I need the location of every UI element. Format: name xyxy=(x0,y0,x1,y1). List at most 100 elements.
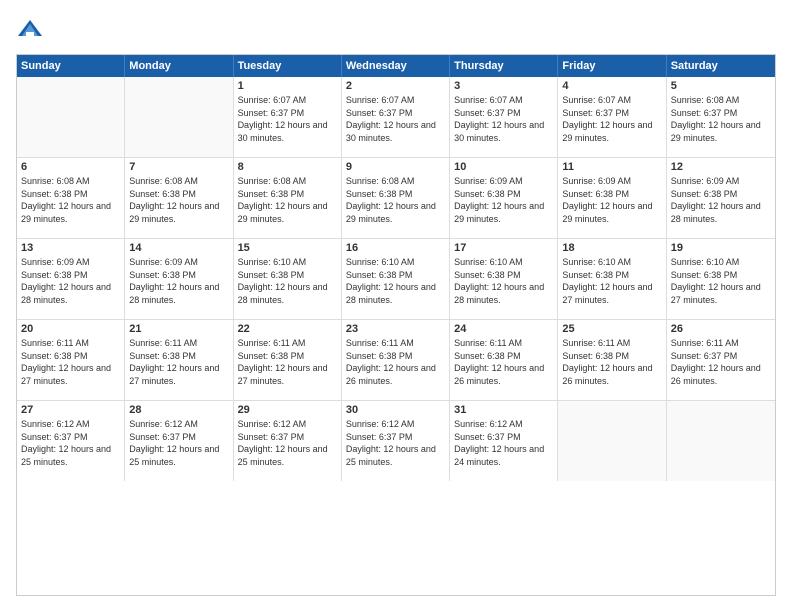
calendar-cell: 31Sunrise: 6:12 AMSunset: 6:37 PMDayligh… xyxy=(450,401,558,481)
calendar-cell: 8 Sunrise: 6:08 AMSunset: 6:38 PMDaylight… xyxy=(234,158,342,238)
calendar-cell: 13 Sunrise: 6:09 AMSunset: 6:38 PMDayligh… xyxy=(17,239,125,319)
calendar-cell: 11Sunrise: 6:09 AMSunset: 6:38 PMDayligh… xyxy=(558,158,666,238)
calendar-cell: 10 Sunrise: 6:09 AMSunset: 6:38 PMDayligh… xyxy=(450,158,558,238)
cell-info: Sunrise: 6:12 AMSunset: 6:37 PMDaylight:… xyxy=(346,418,445,468)
cell-info: Sunrise: 6:07 AMSunset: 6:37 PMDaylight:… xyxy=(562,94,661,144)
day-number: 9 xyxy=(346,161,445,173)
calendar-cell: 9Sunrise: 6:08 AMSunset: 6:38 PMDaylight… xyxy=(342,158,450,238)
cell-info: Sunrise: 6:08 AMSunset: 6:38 PMDaylight:… xyxy=(21,175,120,225)
cell-info: Sunrise: 6:09 AMSunset: 6:38 PMDaylight:… xyxy=(454,175,553,225)
header xyxy=(16,16,776,44)
day-number: 18 xyxy=(562,242,661,254)
cell-info: Sunrise: 6:11 AMSunset: 6:38 PMDaylight:… xyxy=(346,337,445,387)
weekday-header: Sunday xyxy=(17,55,125,77)
day-number: 13 xyxy=(21,242,120,254)
day-number: 27 xyxy=(21,404,120,416)
calendar-cell: 16 Sunrise: 6:10 AMSunset: 6:38 PMDayligh… xyxy=(342,239,450,319)
weekday-header: Thursday xyxy=(450,55,558,77)
day-number: 4 xyxy=(562,80,661,92)
cell-info: Sunrise: 6:09 AMSunset: 6:38 PMDaylight:… xyxy=(671,175,771,225)
calendar-cell: 3 Sunrise: 6:07 AMSunset: 6:37 PMDaylight… xyxy=(450,77,558,157)
cell-info: Sunrise: 6:11 AMSunset: 6:38 PMDaylight:… xyxy=(238,337,337,387)
cell-info: Sunrise: 6:09 AMSunset: 6:38 PMDaylight:… xyxy=(21,256,120,306)
cell-info: Sunrise: 6:12 AMSunset: 6:37 PMDaylight:… xyxy=(454,418,553,468)
day-number: 10 xyxy=(454,161,553,173)
calendar-row: 13 Sunrise: 6:09 AMSunset: 6:38 PMDayligh… xyxy=(17,239,775,320)
calendar-cell: 5 Sunrise: 6:08 AMSunset: 6:37 PMDaylight… xyxy=(667,77,775,157)
cell-info: Sunrise: 6:07 AMSunset: 6:37 PMDaylight:… xyxy=(454,94,553,144)
calendar-cell: 4 Sunrise: 6:07 AMSunset: 6:37 PMDaylight… xyxy=(558,77,666,157)
calendar-cell: 2 Sunrise: 6:07 AMSunset: 6:37 PMDaylight… xyxy=(342,77,450,157)
day-number: 29 xyxy=(238,404,337,416)
day-number: 12 xyxy=(671,161,771,173)
calendar-body: 1Sunrise: 6:07 AMSunset: 6:37 PMDaylight… xyxy=(17,77,775,481)
cell-info: Sunrise: 6:10 AMSunset: 6:38 PMDaylight:… xyxy=(562,256,661,306)
cell-info: Sunrise: 6:11 AMSunset: 6:38 PMDaylight:… xyxy=(129,337,228,387)
cell-info: Sunrise: 6:10 AMSunset: 6:38 PMDaylight:… xyxy=(671,256,771,306)
day-number: 17 xyxy=(454,242,553,254)
day-number: 2 xyxy=(346,80,445,92)
cell-info: Sunrise: 6:07 AMSunset: 6:37 PMDaylight:… xyxy=(346,94,445,144)
weekday-header: Saturday xyxy=(667,55,775,77)
calendar-cell: 20 Sunrise: 6:11 AMSunset: 6:38 PMDayligh… xyxy=(17,320,125,400)
cell-info: Sunrise: 6:10 AMSunset: 6:38 PMDaylight:… xyxy=(238,256,337,306)
logo-icon xyxy=(16,16,44,44)
calendar-cell: 14Sunrise: 6:09 AMSunset: 6:38 PMDayligh… xyxy=(125,239,233,319)
weekday-header: Tuesday xyxy=(234,55,342,77)
calendar-cell: 6 Sunrise: 6:08 AMSunset: 6:38 PMDaylight… xyxy=(17,158,125,238)
calendar-row: 6 Sunrise: 6:08 AMSunset: 6:38 PMDaylight… xyxy=(17,158,775,239)
calendar-cell: 15 Sunrise: 6:10 AMSunset: 6:38 PMDayligh… xyxy=(234,239,342,319)
weekday-header: Wednesday xyxy=(342,55,450,77)
calendar-cell: 25Sunrise: 6:11 AMSunset: 6:38 PMDayligh… xyxy=(558,320,666,400)
day-number: 20 xyxy=(21,323,120,335)
cell-info: Sunrise: 6:12 AMSunset: 6:37 PMDaylight:… xyxy=(238,418,337,468)
calendar-cell: 26 Sunrise: 6:11 AMSunset: 6:37 PMDayligh… xyxy=(667,320,775,400)
day-number: 3 xyxy=(454,80,553,92)
cell-info: Sunrise: 6:10 AMSunset: 6:38 PMDaylight:… xyxy=(454,256,553,306)
day-number: 16 xyxy=(346,242,445,254)
calendar-cell: 18 Sunrise: 6:10 AMSunset: 6:38 PMDayligh… xyxy=(558,239,666,319)
calendar-row: 20 Sunrise: 6:11 AMSunset: 6:38 PMDayligh… xyxy=(17,320,775,401)
day-number: 25 xyxy=(562,323,661,335)
calendar-cell: 7Sunrise: 6:08 AMSunset: 6:38 PMDaylight… xyxy=(125,158,233,238)
cell-info: Sunrise: 6:11 AMSunset: 6:37 PMDaylight:… xyxy=(671,337,771,387)
day-number: 6 xyxy=(21,161,120,173)
cell-info: Sunrise: 6:09 AMSunset: 6:38 PMDaylight:… xyxy=(129,256,228,306)
weekday-header: Friday xyxy=(558,55,666,77)
logo xyxy=(16,16,48,44)
cell-info: Sunrise: 6:08 AMSunset: 6:37 PMDaylight:… xyxy=(671,94,771,144)
cell-info: Sunrise: 6:12 AMSunset: 6:37 PMDaylight:… xyxy=(129,418,228,468)
calendar-cell: 28 Sunrise: 6:12 AMSunset: 6:37 PMDayligh… xyxy=(125,401,233,481)
calendar-cell: 17 Sunrise: 6:10 AMSunset: 6:38 PMDayligh… xyxy=(450,239,558,319)
cell-info: Sunrise: 6:10 AMSunset: 6:38 PMDaylight:… xyxy=(346,256,445,306)
day-number: 28 xyxy=(129,404,228,416)
day-number: 7 xyxy=(129,161,228,173)
calendar-cell: 12 Sunrise: 6:09 AMSunset: 6:38 PMDayligh… xyxy=(667,158,775,238)
calendar: SundayMondayTuesdayWednesdayThursdayFrid… xyxy=(16,54,776,596)
cell-info: Sunrise: 6:09 AMSunset: 6:38 PMDaylight:… xyxy=(562,175,661,225)
calendar-cell: 1Sunrise: 6:07 AMSunset: 6:37 PMDaylight… xyxy=(234,77,342,157)
calendar-cell: 30 Sunrise: 6:12 AMSunset: 6:37 PMDayligh… xyxy=(342,401,450,481)
day-number: 19 xyxy=(671,242,771,254)
day-number: 8 xyxy=(238,161,337,173)
day-number: 24 xyxy=(454,323,553,335)
cell-info: Sunrise: 6:08 AMSunset: 6:38 PMDaylight:… xyxy=(238,175,337,225)
calendar-row: 1Sunrise: 6:07 AMSunset: 6:37 PMDaylight… xyxy=(17,77,775,158)
cell-info: Sunrise: 6:11 AMSunset: 6:38 PMDaylight:… xyxy=(21,337,120,387)
day-number: 5 xyxy=(671,80,771,92)
day-number: 21 xyxy=(129,323,228,335)
calendar-cell xyxy=(667,401,775,481)
day-number: 30 xyxy=(346,404,445,416)
cell-info: Sunrise: 6:11 AMSunset: 6:38 PMDaylight:… xyxy=(454,337,553,387)
calendar-row: 27 Sunrise: 6:12 AMSunset: 6:37 PMDayligh… xyxy=(17,401,775,481)
cell-info: Sunrise: 6:07 AMSunset: 6:37 PMDaylight:… xyxy=(238,94,337,144)
day-number: 23 xyxy=(346,323,445,335)
weekday-header: Monday xyxy=(125,55,233,77)
calendar-cell: 29 Sunrise: 6:12 AMSunset: 6:37 PMDayligh… xyxy=(234,401,342,481)
calendar-header: SundayMondayTuesdayWednesdayThursdayFrid… xyxy=(17,55,775,77)
calendar-cell: 23 Sunrise: 6:11 AMSunset: 6:38 PMDayligh… xyxy=(342,320,450,400)
day-number: 22 xyxy=(238,323,337,335)
day-number: 26 xyxy=(671,323,771,335)
day-number: 15 xyxy=(238,242,337,254)
calendar-cell: 22 Sunrise: 6:11 AMSunset: 6:38 PMDayligh… xyxy=(234,320,342,400)
